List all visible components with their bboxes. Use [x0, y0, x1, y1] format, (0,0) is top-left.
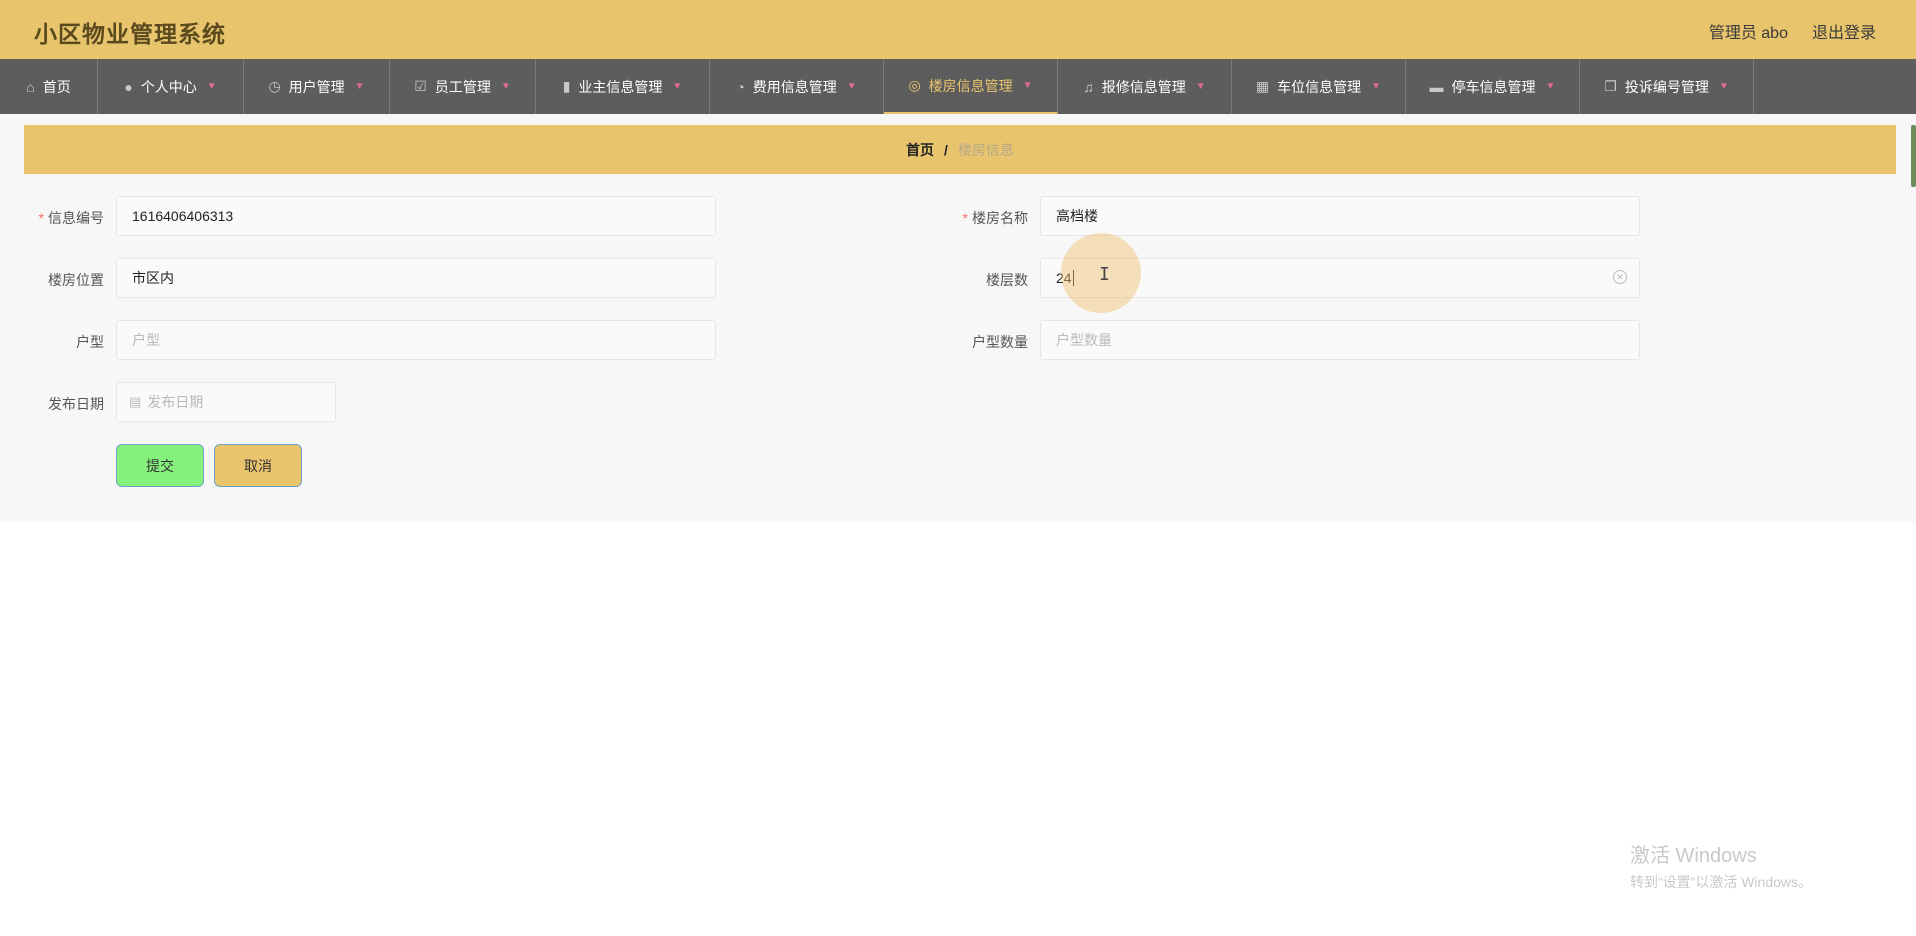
info-no-field[interactable]: 1616406406313 — [116, 196, 716, 236]
required-marker: * — [38, 210, 44, 226]
monitor-icon: ▬ — [1429, 78, 1444, 95]
nav-item-staff-management[interactable]: ☑ 员工管理 ▼ — [390, 59, 536, 114]
unit-count-field[interactable]: 户型数量 — [1040, 320, 1640, 360]
bell-off-icon: ♫ — [1083, 78, 1094, 95]
clock-icon: ◷ — [268, 78, 281, 94]
building-name-field[interactable]: 高档楼 — [1040, 196, 1640, 236]
chevron-down-icon: ▼ — [1545, 81, 1556, 92]
app-header: 小区物业管理系统 管理员 abo 退出登录 — [0, 0, 1916, 59]
calendar-icon: ▤ — [129, 394, 142, 409]
nav-item-parking-space-info[interactable]: ▦ 车位信息管理 ▼ — [1232, 59, 1406, 114]
watermark-subtitle: 转到“设置”以激活 Windows。 — [1630, 874, 1813, 890]
chevron-down-icon: ▼ — [1195, 81, 1206, 92]
check-icon: ☑ — [414, 78, 427, 94]
nav-item-label: 报修信息管理 — [1101, 78, 1186, 95]
logout-link[interactable]: 退出登录 — [1812, 19, 1876, 43]
header-user-area: 管理员 abo 退出登录 — [1709, 19, 1876, 43]
nav-item-label: 首页 — [42, 78, 71, 95]
nav-item-label: 楼房信息管理 — [928, 77, 1013, 94]
copy-icon: ❐ — [1604, 78, 1617, 94]
submit-button[interactable]: 提交 — [116, 444, 204, 487]
compass-icon: ◎ — [908, 77, 921, 93]
nav-item-parking-info[interactable]: ▬ 停车信息管理 ▼ — [1406, 59, 1580, 114]
floors-label: 楼层数 — [986, 272, 1028, 288]
clear-icon[interactable]: ✕ — [1613, 270, 1627, 284]
nav-item-label: 费用信息管理 — [752, 78, 837, 95]
nav-item-building-info[interactable]: ◎ 楼房信息管理 ▼ — [884, 59, 1058, 114]
home-icon: ⌂ — [26, 78, 35, 95]
location-label: 楼房位置 — [48, 272, 104, 288]
nav-item-label: 用户管理 — [288, 78, 345, 95]
unit-type-label: 户型 — [76, 334, 104, 350]
info-no-label: * 信息编号 — [38, 210, 104, 226]
nav-item-label: 停车信息管理 — [1451, 78, 1536, 95]
watermark-title: 激活 Windows — [1630, 845, 1757, 867]
windows-activation-watermark: 激活 Windows 转到“设置”以激活 Windows。 — [1630, 839, 1812, 892]
nav-item-label: 投诉编号管理 — [1624, 78, 1709, 95]
grid-icon: ▦ — [1255, 78, 1270, 94]
breadcrumb: 首页 / 楼房信息 — [24, 125, 1896, 174]
chevron-down-icon: ▼ — [1718, 81, 1729, 92]
nav-item-owner-info[interactable]: ▮ 业主信息管理 ▼ — [536, 59, 710, 114]
chevron-down-icon: ▼ — [206, 81, 217, 92]
text-cursor-icon: I — [1099, 264, 1110, 285]
nav-item-repair-info[interactable]: ♫ 报修信息管理 ▼ — [1058, 59, 1232, 114]
nav-item-user-management[interactable]: ◷ 用户管理 ▼ — [244, 59, 390, 114]
current-user-label: 管理员 abo — [1708, 25, 1788, 42]
breadcrumb-separator: / — [944, 141, 948, 158]
nav-item-label: 员工管理 — [434, 78, 491, 95]
cancel-button[interactable]: 取消 — [214, 444, 302, 487]
nav-item-complaint-management[interactable]: ❐ 投诉编号管理 ▼ — [1580, 59, 1754, 114]
chevron-down-icon: ▼ — [846, 81, 857, 92]
location-field[interactable]: 市区内 — [116, 258, 716, 298]
book-icon: ▮ — [562, 78, 571, 94]
nav-item-personal-center[interactable]: ● 个人中心 ▼ — [98, 59, 244, 114]
chevron-down-icon: ▼ — [672, 81, 683, 92]
chevron-down-icon: ▼ — [354, 81, 365, 92]
scrollbar-thumb[interactable] — [1911, 125, 1916, 187]
publish-date-picker[interactable]: ▤ 发布日期 — [116, 382, 336, 422]
unit-count-label: 户型数量 — [972, 334, 1028, 350]
building-name-label: * 楼房名称 — [962, 210, 1028, 226]
unit-type-field[interactable]: 户型 — [116, 320, 716, 360]
nav-item-label: 车位信息管理 — [1277, 78, 1362, 95]
nav-item-home[interactable]: ⌂ 首页 — [0, 59, 98, 114]
publish-date-label: 发布日期 — [48, 396, 104, 412]
gauge-icon: ◔ — [736, 78, 745, 95]
nav-item-fee-info[interactable]: ◔ 费用信息管理 ▼ — [710, 59, 884, 114]
chevron-down-icon: ▼ — [500, 81, 511, 92]
main-nav: ⌂ 首页 ● 个人中心 ▼ ◷ 用户管理 ▼ ☑ 员工管理 ▼ ▮ 业主信息管理… — [0, 59, 1916, 114]
required-marker: * — [962, 210, 968, 226]
chevron-down-icon: ▼ — [1371, 81, 1382, 92]
nav-item-label: 个人中心 — [140, 78, 197, 95]
nav-item-label: 业主信息管理 — [578, 78, 663, 95]
breadcrumb-current: 楼房信息 — [957, 141, 1014, 158]
chevron-down-icon: ▼ — [1022, 80, 1033, 91]
app-title: 小区物业管理系统 — [34, 21, 226, 47]
breadcrumb-home[interactable]: 首页 — [906, 140, 934, 160]
user-icon: ● — [124, 78, 133, 95]
